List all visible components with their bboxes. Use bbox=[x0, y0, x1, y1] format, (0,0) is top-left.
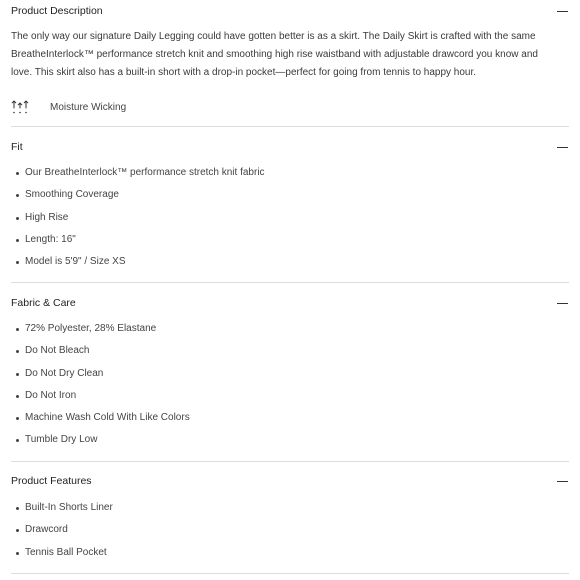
divider bbox=[11, 461, 569, 462]
list-item-text: Do Not Dry Clean bbox=[25, 367, 104, 379]
list-item: Do Not Dry Clean bbox=[11, 363, 190, 385]
bullet-dot-icon bbox=[16, 350, 19, 354]
collapse-minus-icon[interactable] bbox=[557, 302, 568, 304]
bullet-dot-icon bbox=[16, 238, 19, 242]
product-features-header[interactable]: Product Features bbox=[11, 471, 569, 491]
fabric-care-list: 72% Polyester, 28% Elastane Do Not Bleac… bbox=[11, 318, 190, 452]
list-item-text: Drawcord bbox=[25, 524, 68, 536]
list-item-text: Machine Wash Cold With Like Colors bbox=[25, 412, 190, 424]
description-text: The only way our signature Daily Legging… bbox=[11, 31, 538, 78]
list-item-text: Length: 16" bbox=[25, 233, 76, 245]
collapse-minus-icon[interactable] bbox=[557, 146, 568, 148]
list-item-text: Built-In Shorts Liner bbox=[25, 502, 113, 513]
product-details-accordion: Product Description The only way our sig… bbox=[0, 0, 580, 580]
fit-header[interactable]: Fit bbox=[11, 137, 569, 157]
fit-list: Our BreatheInterlock™ performance stretc… bbox=[11, 162, 265, 273]
list-item: Length: 16" bbox=[11, 229, 265, 251]
list-item-text: 72% Polyester, 28% Elastane bbox=[25, 323, 157, 334]
description-title: Product Description bbox=[11, 5, 103, 17]
list-item: Built-In Shorts Liner bbox=[11, 497, 113, 519]
bullet-dot-icon bbox=[16, 328, 19, 331]
list-item: Tennis Ball Pocket bbox=[11, 542, 113, 564]
product-features-list: Built-In Shorts Liner Drawcord Tennis Ba… bbox=[11, 497, 113, 564]
list-item-text: Our BreatheInterlock™ performance stretc… bbox=[25, 167, 265, 178]
bullet-dot-icon bbox=[16, 216, 19, 220]
divider bbox=[11, 126, 569, 127]
list-item-text: Tennis Ball Pocket bbox=[25, 546, 107, 558]
bullet-dot-icon bbox=[16, 417, 19, 421]
bullet-dot-icon bbox=[16, 439, 19, 443]
divider bbox=[11, 573, 569, 574]
bullet-dot-icon bbox=[16, 507, 19, 510]
moisture-wicking-icon bbox=[11, 100, 29, 114]
fit-title: Fit bbox=[11, 141, 23, 153]
collapse-minus-icon[interactable] bbox=[557, 10, 568, 12]
list-item-text: Tumble Dry Low bbox=[25, 434, 98, 446]
list-item-text: Model is 5'9" / Size XS bbox=[25, 256, 126, 268]
product-features-title: Product Features bbox=[11, 475, 92, 487]
fabric-care-header[interactable]: Fabric & Care bbox=[11, 293, 569, 313]
bullet-dot-icon bbox=[16, 372, 19, 376]
list-item-text: Do Not Iron bbox=[25, 389, 77, 401]
list-item: Tumble Dry Low bbox=[11, 429, 190, 451]
list-item: Model is 5'9" / Size XS bbox=[11, 251, 265, 273]
feature-label: Moisture Wicking bbox=[50, 101, 127, 113]
feature-moisture-wicking: Moisture Wicking bbox=[11, 98, 126, 116]
bullet-dot-icon bbox=[16, 551, 19, 555]
list-item-text: Smoothing Coverage bbox=[25, 189, 119, 201]
bullet-dot-icon bbox=[16, 529, 19, 533]
bullet-dot-icon bbox=[16, 394, 19, 398]
description-header[interactable]: Product Description bbox=[11, 1, 569, 21]
divider bbox=[11, 282, 569, 283]
list-item: 72% Polyester, 28% Elastane bbox=[11, 318, 190, 340]
bullet-dot-icon bbox=[16, 261, 19, 265]
list-item: Drawcord bbox=[11, 519, 113, 541]
bullet-dot-icon bbox=[16, 194, 19, 198]
list-item: Smoothing Coverage bbox=[11, 184, 265, 206]
list-item-text: Do Not Bleach bbox=[25, 345, 90, 357]
list-item: Our BreatheInterlock™ performance stretc… bbox=[11, 162, 265, 184]
fabric-care-title: Fabric & Care bbox=[11, 297, 76, 309]
list-item: Machine Wash Cold With Like Colors bbox=[11, 407, 190, 429]
collapse-minus-icon[interactable] bbox=[557, 480, 568, 482]
list-item: High Rise bbox=[11, 207, 265, 229]
list-item: Do Not Iron bbox=[11, 385, 190, 407]
bullet-dot-icon bbox=[16, 172, 19, 175]
list-item: Do Not Bleach bbox=[11, 340, 190, 362]
list-item-text: High Rise bbox=[25, 211, 69, 223]
